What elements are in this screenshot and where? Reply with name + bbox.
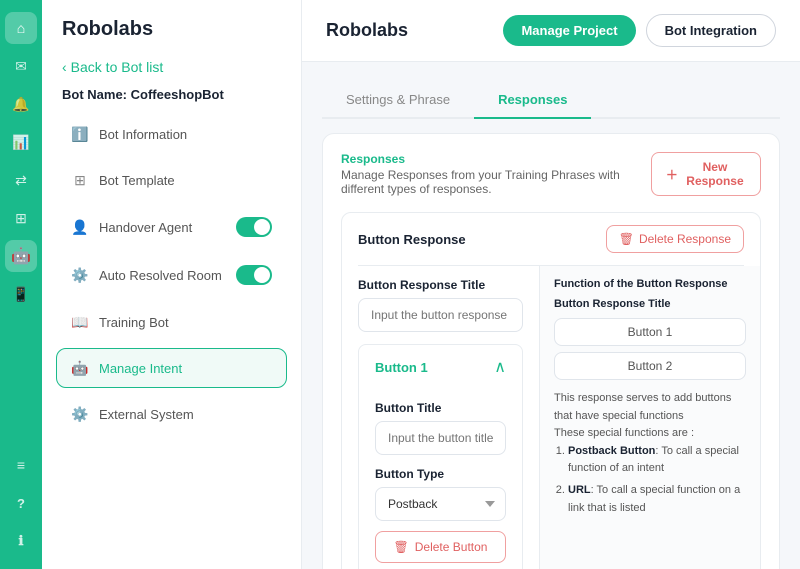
bot-template-icon: ⊞ (71, 171, 89, 189)
postback-label: Postback Button (568, 445, 655, 457)
auto-resolved-toggle-wrap (236, 265, 272, 285)
bot-name-label: Bot Name: CoffeeshopBot (42, 83, 301, 114)
tab-responses[interactable]: Responses (474, 82, 591, 119)
delete-response-button[interactable]: 🗑 Delete Response (606, 225, 744, 253)
button-response-title-input[interactable] (358, 298, 523, 332)
response-left: Button Response Title Button 1 ∧ Button … (342, 266, 540, 569)
tabs: Settings & Phrase Responses (322, 82, 780, 119)
response-block-header: Button Response 🗑 Delete Response (342, 213, 760, 265)
sidebar-icon-grid[interactable]: ⊞ (5, 202, 37, 234)
handover-agent-icon: 👤 (71, 218, 89, 236)
back-arrow-icon: ‹ (62, 59, 67, 75)
button1-title-label: Button Title (375, 401, 506, 415)
sidebar-icon-share[interactable]: ⇄ (5, 164, 37, 196)
sidebar-icon-home[interactable]: ⌂ (5, 12, 37, 44)
button1-title-input[interactable] (375, 421, 506, 455)
button1-accordion-content: Button Title Button Type Postback URL 🗑 (359, 401, 522, 569)
preview-button-2[interactable]: Button 2 (554, 352, 746, 380)
button-response-title-label: Button Response Title (358, 278, 523, 292)
content-area: Settings & Phrase Responses Responses Ma… (302, 62, 800, 569)
response-block-title: Button Response (358, 232, 466, 247)
button1-type-select[interactable]: Postback URL (375, 487, 506, 521)
button1-type-label: Button Type (375, 467, 506, 481)
nav-item-bot-information[interactable]: ℹ️ Bot Information (56, 114, 287, 154)
bot-information-icon: ℹ️ (71, 125, 89, 143)
icon-sidebar: ⌂ ✉ 🔔 📊 ⇄ ⊞ 🤖 📱 ≡ ? ℹ (0, 0, 42, 569)
function-panel-title: Function of the Button Response (554, 278, 746, 290)
response-block: Button Response 🗑 Delete Response Button… (341, 212, 761, 569)
auto-resolved-room-icon: ⚙️ (71, 266, 89, 284)
trash-icon: 🗑 (619, 232, 634, 246)
bot-integration-button[interactable]: Bot Integration (646, 14, 776, 47)
plus-icon: ＋ (666, 166, 678, 183)
preview-button-1[interactable]: Button 1 (554, 318, 746, 346)
sidebar-icon-info[interactable]: ℹ (5, 525, 37, 557)
new-response-label: New Response (684, 160, 746, 188)
nav-item-label: Manage Intent (99, 361, 182, 376)
responses-desc: Manage Responses from your Training Phra… (341, 168, 651, 196)
nav-item-bot-template[interactable]: ⊞ Bot Template (56, 160, 287, 200)
button1-accordion-title: Button 1 (375, 360, 428, 375)
nav-item-external-system[interactable]: ⚙️ External System (56, 394, 287, 434)
responses-section: Responses Manage Responses from your Tra… (322, 133, 780, 569)
top-bar-logo: Robolabs (326, 20, 408, 41)
responses-label: Responses (341, 152, 651, 166)
tab-settings-phrase[interactable]: Settings & Phrase (322, 82, 474, 119)
left-nav: Robolabs ‹ Back to Bot list Bot Name: Co… (42, 0, 302, 569)
response-right: Function of the Button Response Button R… (540, 266, 760, 569)
sidebar-icon-settings[interactable]: ≡ (5, 449, 37, 481)
nav-item-label: Bot Template (99, 173, 175, 188)
nav-item-label: External System (99, 407, 194, 422)
nav-item-handover-agent[interactable]: 👤 Handover Agent (56, 206, 287, 248)
nav-items: ℹ️ Bot Information ⊞ Bot Template 👤 Hand… (42, 114, 301, 434)
response-columns: Button Response Title Button 1 ∧ Button … (342, 266, 760, 569)
training-bot-icon: 📖 (71, 313, 89, 331)
app-logo: Robolabs (62, 18, 281, 41)
nav-item-training-bot[interactable]: 📖 Training Bot (56, 302, 287, 342)
sidebar-icon-help[interactable]: ? (5, 487, 37, 519)
response-title-sublabel: Button Response Title (554, 298, 746, 310)
back-label: Back to Bot list (71, 59, 164, 75)
manage-intent-icon: 🤖 (71, 359, 89, 377)
nav-item-label: Training Bot (99, 315, 169, 330)
responses-info: Responses Manage Responses from your Tra… (341, 152, 651, 196)
nav-item-auto-resolved-room[interactable]: ⚙️ Auto Resolved Room (56, 254, 287, 296)
handover-agent-toggle[interactable] (236, 217, 272, 237)
new-response-button[interactable]: ＋ New Response (651, 152, 761, 196)
handover-agent-toggle-wrap (236, 217, 272, 237)
main-content: Robolabs Manage Project Bot Integration … (302, 0, 800, 569)
sidebar-icon-mobile[interactable]: 📱 (5, 278, 37, 310)
function-desc: This response serves to add buttons that… (554, 390, 746, 517)
sidebar-icon-bell[interactable]: 🔔 (5, 88, 37, 120)
auto-resolved-toggle[interactable] (236, 265, 272, 285)
button1-delete-label: Delete Button (415, 540, 488, 554)
url-label: URL (568, 484, 591, 496)
nav-item-label: Bot Information (99, 127, 187, 142)
button1-accordion-header[interactable]: Button 1 ∧ (359, 345, 522, 389)
external-system-icon: ⚙️ (71, 405, 89, 423)
button1-accordion: Button 1 ∧ Button Title Button Type Post… (358, 344, 523, 569)
nav-item-label: Auto Resolved Room (99, 268, 222, 283)
manage-project-button[interactable]: Manage Project (503, 15, 635, 46)
trash-icon2: 🗑 (394, 540, 409, 554)
button1-chevron-icon: ∧ (494, 357, 506, 377)
nav-item-manage-intent[interactable]: 🤖 Manage Intent (56, 348, 287, 388)
back-to-bot-list[interactable]: ‹ Back to Bot list (42, 51, 301, 83)
sidebar-icon-chart[interactable]: 📊 (5, 126, 37, 158)
button1-delete-button[interactable]: 🗑 Delete Button (375, 531, 506, 563)
sidebar-icon-bot[interactable]: 🤖 (5, 240, 37, 272)
sidebar-icon-mail[interactable]: ✉ (5, 50, 37, 82)
nav-item-label: Handover Agent (99, 220, 192, 235)
top-bar-actions: Manage Project Bot Integration (503, 14, 776, 47)
responses-header: Responses Manage Responses from your Tra… (341, 152, 761, 196)
delete-response-label: Delete Response (639, 232, 731, 246)
top-bar: Robolabs Manage Project Bot Integration (302, 0, 800, 62)
